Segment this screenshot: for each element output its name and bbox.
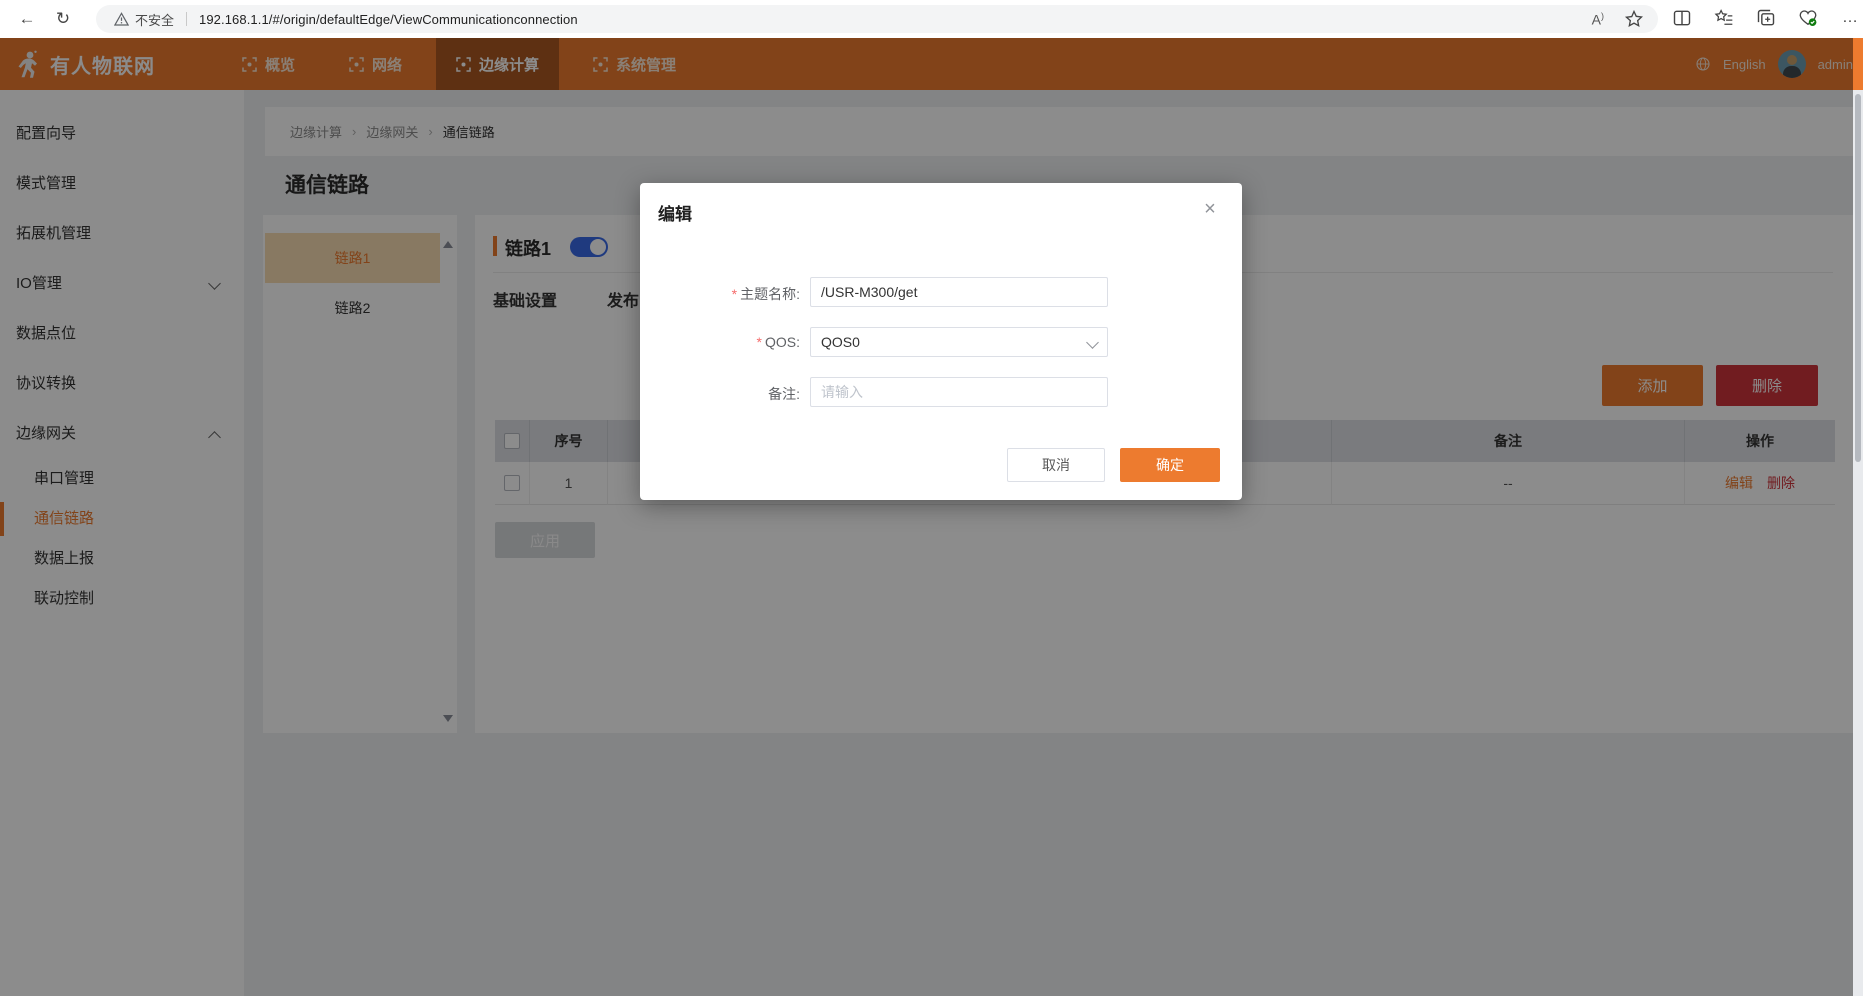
close-icon[interactable]: ×	[1198, 197, 1222, 221]
required-asterisk: *	[757, 334, 762, 350]
form-row-qos: *QOS: QOS0	[640, 327, 1242, 357]
scrollbar-thumb[interactable]	[1855, 94, 1861, 462]
browser-chrome: ← ↻ 不安全 192.168.1.1/#/origin/defaultEdge…	[0, 0, 1863, 38]
chevron-down-icon	[1086, 336, 1099, 349]
browser-essentials-icon[interactable]	[1798, 8, 1818, 28]
page-scrollbar[interactable]	[1853, 90, 1863, 996]
form-row-topic: *主题名称:	[640, 277, 1242, 307]
favorite-star-icon[interactable]	[1624, 9, 1644, 29]
not-secure-warning-icon	[114, 12, 129, 26]
cancel-button[interactable]: 取消	[1007, 448, 1105, 482]
topic-input[interactable]	[811, 278, 1107, 306]
collections-icon[interactable]	[1756, 8, 1776, 28]
form-row-remark: 备注:	[640, 377, 1242, 407]
screen: ← ↻ 不安全 192.168.1.1/#/origin/defaultEdge…	[0, 0, 1863, 996]
read-aloud-icon[interactable]: A)	[1592, 11, 1604, 28]
favorites-bar-icon[interactable]	[1714, 8, 1734, 28]
address-bar[interactable]: 不安全 192.168.1.1/#/origin/defaultEdge/Vie…	[96, 5, 1658, 33]
qos-selected-value: QOS0	[821, 334, 860, 350]
topic-label: *主题名称:	[660, 284, 800, 304]
confirm-button[interactable]: 确定	[1120, 448, 1220, 482]
remark-label: 备注:	[660, 384, 800, 404]
browser-menu-icon[interactable]: …	[1840, 8, 1860, 28]
browser-back-icon[interactable]: ←	[14, 7, 40, 31]
dialog-title: 编辑	[658, 200, 692, 225]
remark-input[interactable]	[811, 378, 1107, 406]
qos-select[interactable]: QOS0	[810, 327, 1108, 357]
modal-backdrop[interactable]	[0, 38, 1853, 996]
qos-label: *QOS:	[660, 334, 800, 350]
edit-dialog: 编辑 × *主题名称: *QOS: QOS0 备注: 取消 确定	[640, 183, 1242, 500]
required-asterisk: *	[732, 286, 737, 302]
remark-input-box	[810, 377, 1108, 407]
topic-input-box	[810, 277, 1108, 307]
url-text[interactable]: 192.168.1.1/#/origin/defaultEdge/ViewCom…	[199, 12, 578, 27]
split-screen-icon[interactable]	[1672, 8, 1692, 28]
browser-reload-icon[interactable]: ↻	[50, 7, 76, 31]
divider	[186, 12, 187, 26]
security-label: 不安全	[135, 10, 174, 29]
